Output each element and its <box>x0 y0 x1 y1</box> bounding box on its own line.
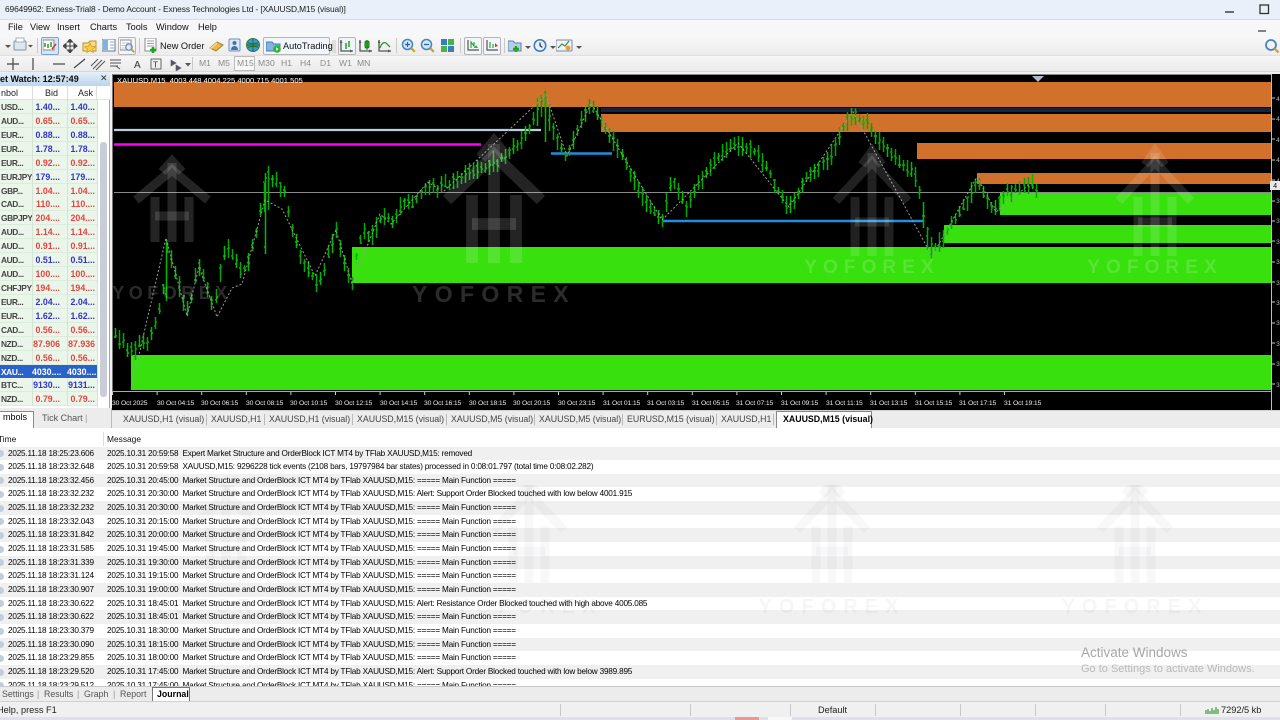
svg-text:31 Oct 03:15: 31 Oct 03:15 <box>647 400 684 407</box>
svg-text:3: 3 <box>1276 341 1280 348</box>
svg-text:4: 4 <box>1276 137 1280 144</box>
svg-text:31 Oct 13:15: 31 Oct 13:15 <box>870 400 907 407</box>
svg-text:30 Oct 16:15: 30 Oct 16:15 <box>424 400 461 407</box>
svg-text:30 Oct 23:15: 30 Oct 23:15 <box>558 400 595 407</box>
svg-text:A: A <box>134 60 141 71</box>
svg-text:XAUUSD,M15 4003.448 4004.225: XAUUSD,M15 4003.448 4004.225 4000.715 40… <box>117 76 303 85</box>
svg-text:3: 3 <box>1276 259 1280 266</box>
svg-text:30 Oct 06:15: 30 Oct 06:15 <box>201 400 238 407</box>
svg-text:31 Oct 19:15: 31 Oct 19:15 <box>1004 400 1041 407</box>
svg-text:YOFOREX: YOFOREX <box>1087 257 1222 278</box>
svg-text:30 Oct 14:15: 30 Oct 14:15 <box>380 400 417 407</box>
svg-text:31 Oct 11:15: 31 Oct 11:15 <box>826 400 863 407</box>
svg-text:YOFOREX: YOFOREX <box>153 596 300 618</box>
svg-text:30 Oct 12:15: 30 Oct 12:15 <box>335 400 372 407</box>
svg-text:YOFOREX: YOFOREX <box>804 257 939 278</box>
svg-text:31 Oct 17:15: 31 Oct 17:15 <box>959 400 996 407</box>
svg-text:3: 3 <box>1276 382 1280 389</box>
svg-text:30 Oct 10:15: 30 Oct 10:15 <box>290 400 327 407</box>
svg-text:4: 4 <box>1273 183 1277 191</box>
svg-text:30 Oct 08:15: 30 Oct 08:15 <box>246 400 283 407</box>
svg-text:31 Oct 07:15: 31 Oct 07:15 <box>736 400 773 407</box>
svg-text:YOFOREX: YOFOREX <box>1062 596 1209 618</box>
svg-text:3: 3 <box>1276 361 1280 368</box>
svg-text:T: T <box>153 60 158 70</box>
svg-text:30 Oct 2025: 30 Oct 2025 <box>112 400 148 407</box>
svg-text:YOFOREX: YOFOREX <box>759 596 906 618</box>
svg-text:30 Oct 20:15: 30 Oct 20:15 <box>513 400 550 407</box>
svg-text:3: 3 <box>1276 239 1280 246</box>
svg-text:31 Oct 15:15: 31 Oct 15:15 <box>915 400 952 407</box>
svg-text:YOFOREX: YOFOREX <box>456 596 603 618</box>
svg-text:3: 3 <box>1276 280 1280 287</box>
svg-text:3: 3 <box>1276 218 1280 225</box>
svg-text:4: 4 <box>1276 157 1280 164</box>
svg-text:YOFOREX: YOFOREX <box>412 281 576 307</box>
svg-text:31 Oct 05:15: 31 Oct 05:15 <box>692 400 729 407</box>
svg-text:3: 3 <box>1276 320 1280 327</box>
svg-text:YOFOREX: YOFOREX <box>112 283 232 303</box>
svg-text:30 Oct 18:15: 30 Oct 18:15 <box>469 400 506 407</box>
svg-text:30 Oct 04:15: 30 Oct 04:15 <box>157 400 194 407</box>
svg-text:4: 4 <box>1276 96 1280 103</box>
svg-text:3: 3 <box>1276 300 1280 307</box>
svg-text:4: 4 <box>1276 116 1280 123</box>
svg-text:31 Oct 09:15: 31 Oct 09:15 <box>781 400 818 407</box>
svg-text:31 Oct 01:15: 31 Oct 01:15 <box>603 400 640 407</box>
svg-text:3: 3 <box>1276 198 1280 205</box>
